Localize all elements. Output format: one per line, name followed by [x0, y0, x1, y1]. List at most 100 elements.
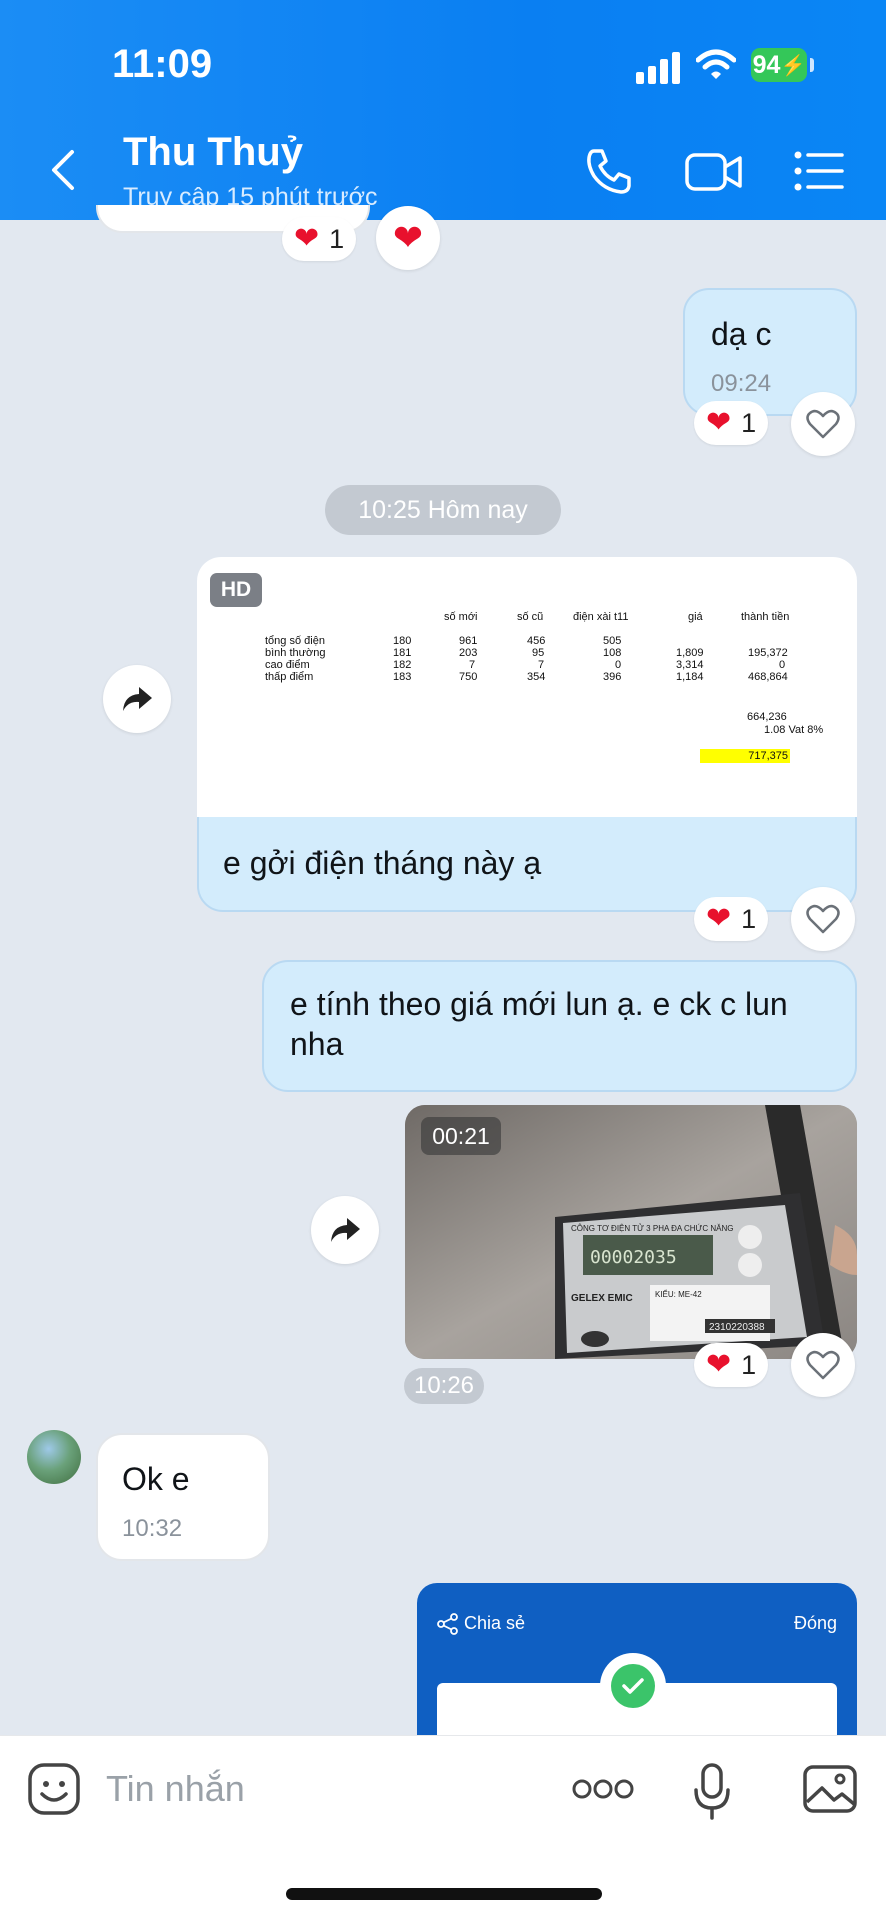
more-options-icon[interactable] — [572, 1778, 634, 1800]
sheet-cell: 0 — [615, 659, 622, 671]
message-time: 09:24 — [711, 370, 772, 397]
sheet-cell: 7 — [469, 659, 476, 671]
sheet-header: thành tiền — [741, 611, 790, 623]
sheet-cell: 203 — [459, 647, 478, 659]
sheet-cell: 354 — [527, 671, 546, 683]
sheet-cell: bình thường — [265, 647, 326, 659]
sheet-cell: 468,864 — [748, 671, 788, 683]
avatar[interactable] — [27, 1430, 81, 1484]
microphone-icon[interactable] — [692, 1762, 732, 1822]
sheet-cell: 95 — [532, 647, 545, 659]
sheet-total: 717,375 — [700, 749, 790, 763]
reaction-count: 1 — [741, 903, 757, 934]
message-bubble-sent[interactable]: e tính theo giá mới lun ạ. e ck c lun nh… — [262, 960, 857, 1092]
sheet-header: điện xài t11 — [573, 611, 629, 623]
forward-button[interactable] — [103, 665, 171, 733]
battery-level: 94 — [752, 50, 781, 79]
menu-list-icon[interactable] — [794, 150, 844, 192]
reaction-count: 1 — [741, 407, 757, 438]
video-time: 10:26 — [404, 1368, 484, 1404]
reaction-pill[interactable]: ❤ 1 — [282, 217, 357, 261]
message-time: 10:32 — [122, 1515, 183, 1542]
sheet-header: số mới — [444, 611, 478, 623]
reaction-pill[interactable]: ❤ 1 — [694, 897, 769, 941]
check-circle-icon — [611, 1664, 655, 1708]
sheet-cell: 195,372 — [748, 647, 788, 659]
like-button[interactable] — [791, 392, 855, 456]
home-indicator — [286, 1888, 602, 1900]
message-input[interactable]: Tin nhắn — [106, 1768, 245, 1810]
heart-icon: ❤ — [294, 222, 320, 255]
phone-call-icon[interactable] — [584, 146, 634, 196]
sheet-cell: tổng số điện — [265, 635, 325, 647]
video-duration: 00:21 — [421, 1117, 501, 1155]
sheet-cell: 3,314 — [676, 659, 704, 671]
sheet-cell: cao điểm — [265, 659, 310, 671]
heart-outline-icon — [806, 1350, 840, 1380]
forward-arrow-icon — [123, 687, 152, 711]
image-gallery-icon[interactable] — [802, 1764, 858, 1814]
wifi-icon — [696, 49, 736, 79]
back-arrow-icon[interactable] — [48, 148, 78, 192]
battery-tip — [810, 58, 814, 72]
message-text: dạ c — [711, 316, 772, 352]
sheet-header: số cũ — [517, 611, 544, 623]
cellular-signal-icon — [636, 50, 682, 84]
heart-icon: ❤ — [706, 406, 732, 439]
sheet-cell: 180 — [393, 635, 412, 647]
sheet-cell: 750 — [459, 671, 478, 683]
sticker-emoji-icon[interactable] — [27, 1762, 81, 1816]
spreadsheet-image[interactable]: HD số mới số cũ điện xài t11 giá thành t… — [197, 557, 857, 817]
like-button[interactable] — [791, 1333, 855, 1397]
forward-arrow-icon — [331, 1218, 360, 1242]
battery-icon: 94 ⚡ — [751, 48, 807, 82]
like-button[interactable] — [791, 887, 855, 951]
sheet-subtotal: 664,236 — [747, 711, 787, 723]
sheet-vat: 1.08 Vat 8% — [764, 724, 824, 736]
heart-outline-icon — [806, 904, 840, 934]
heart-outline-icon — [806, 409, 840, 439]
shared-screenshot-card[interactable]: Chia sẻ Đóng — [417, 1583, 857, 1735]
sheet-cell: 505 — [603, 635, 622, 647]
share-icon — [437, 1613, 458, 1635]
sheet-cell: 456 — [527, 635, 546, 647]
forward-button[interactable] — [311, 1196, 379, 1264]
sheet-cell: 396 — [603, 671, 622, 683]
meter-brand-text: CÔNG TƠ ĐIỆN TỬ 3 PHA ĐA CHỨC NĂNG — [571, 1224, 733, 1233]
sheet-cell: thấp điểm — [265, 671, 314, 683]
sheet-cell: 0 — [779, 659, 786, 671]
check-badge — [600, 1653, 666, 1719]
heart-filled-icon: ❤ — [392, 217, 424, 258]
heart-icon: ❤ — [706, 902, 732, 935]
reaction-heart-button[interactable]: ❤ — [376, 206, 440, 270]
status-time: 11:09 — [112, 42, 213, 86]
image-caption: e gởi điện tháng này ạ — [223, 845, 542, 881]
reaction-pill[interactable]: ❤ 1 — [694, 1343, 769, 1387]
close-label: Đóng — [793, 1613, 837, 1633]
meter-serial: 2310220388 — [709, 1322, 765, 1333]
sheet-cell: 183 — [393, 671, 412, 683]
sheet-header: giá — [688, 611, 703, 623]
message-text: e tính theo giá mới lun ạ. e ck c lun nh… — [290, 986, 788, 1062]
reaction-count: 1 — [329, 223, 345, 254]
reaction-pill[interactable]: ❤ 1 — [694, 401, 769, 445]
meter-maker: GELEX EMIC — [571, 1293, 633, 1304]
meter-model: KIỂU: ME-42 — [655, 1290, 702, 1299]
video-thumbnail[interactable]: CÔNG TƠ ĐIỆN TỬ 3 PHA ĐA CHỨC NĂNG 00002… — [405, 1105, 857, 1359]
message-bubble-received[interactable]: Ok e 10:32 — [96, 1433, 270, 1561]
sheet-cell: 182 — [393, 659, 412, 671]
contact-name[interactable]: Thu Thuỷ — [123, 130, 303, 175]
hd-badge: HD — [210, 573, 262, 607]
date-divider: 10:25 Hôm nay — [325, 485, 561, 535]
sheet-cell: 7 — [538, 659, 545, 671]
sheet-cell: 1,809 — [676, 647, 704, 659]
sheet-cell: 108 — [603, 647, 622, 659]
video-call-icon[interactable] — [684, 150, 744, 194]
sheet-cell: 181 — [393, 647, 412, 659]
sheet-cell: 1,184 — [676, 671, 704, 683]
meter-reading: 00002035 — [590, 1247, 677, 1268]
share-label: Chia sẻ — [464, 1613, 526, 1633]
heart-icon: ❤ — [706, 1348, 732, 1381]
sheet-cell: 961 — [459, 635, 478, 647]
message-text: Ok e — [122, 1461, 190, 1497]
